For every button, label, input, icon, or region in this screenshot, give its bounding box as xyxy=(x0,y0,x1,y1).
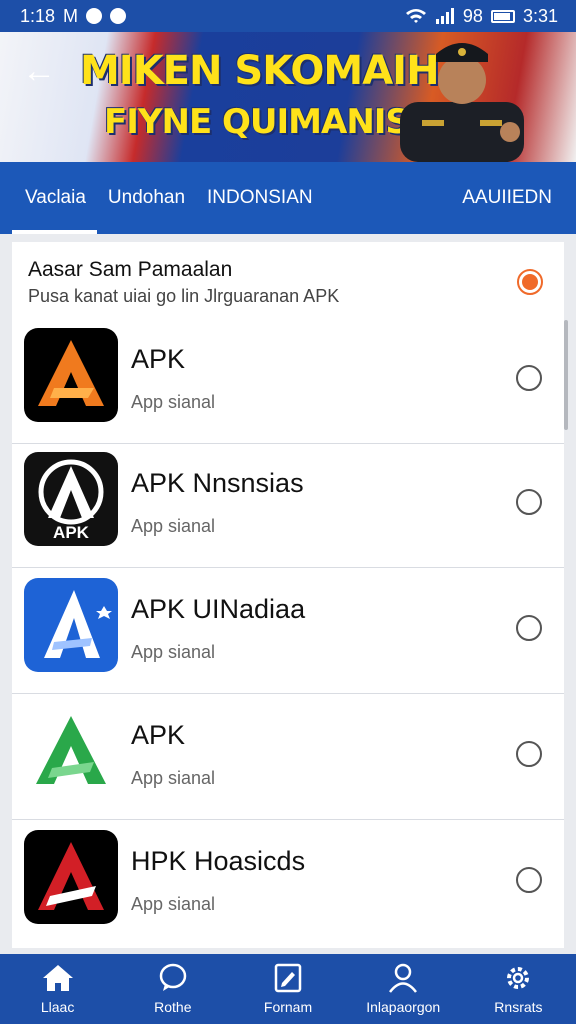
blue-a-logo-icon xyxy=(24,578,118,672)
notification-icon xyxy=(86,8,103,24)
status-text: 98 xyxy=(462,5,483,26)
app-subtitle: App sianal xyxy=(131,516,216,536)
officer-portrait-image xyxy=(400,43,524,162)
nav-label: Rothe xyxy=(154,999,192,1015)
status-glyph: M xyxy=(63,5,79,26)
banner-title-line1: MIKEN SKOMAIH xyxy=(80,48,440,94)
nav-rnsrats[interactable]: Rnsrats xyxy=(461,954,576,1024)
home-icon xyxy=(42,965,73,991)
app-name: APK UINadiaa xyxy=(131,594,306,624)
list-item[interactable]: APK App sianal xyxy=(12,318,564,444)
app-name: APK Nnsnsias xyxy=(131,468,304,498)
app-radio[interactable] xyxy=(516,615,542,641)
chat-bubble-icon xyxy=(159,963,187,991)
green-a-logo-icon xyxy=(24,704,118,798)
tab-vaclaia[interactable]: Vaclaia xyxy=(0,162,97,234)
list-header[interactable]: Aasar Sam Pamaalan Pusa kanat uiai go li… xyxy=(12,242,564,314)
nav-label: Llaac xyxy=(40,999,75,1015)
app-radio[interactable] xyxy=(516,489,542,515)
nav-inlapaorgon[interactable]: Inlapaorgon xyxy=(346,954,461,1024)
svg-text:APK: APK xyxy=(53,523,90,542)
app-radio[interactable] xyxy=(516,867,542,893)
list-item[interactable]: APK UINadiaa App sianal xyxy=(12,568,564,694)
edit-icon xyxy=(274,963,302,993)
nav-label: Inlapaorgon xyxy=(366,999,441,1015)
app-name: APK xyxy=(131,720,186,750)
app-radio[interactable] xyxy=(516,741,542,767)
app-radio[interactable] xyxy=(516,365,542,391)
settings-icon xyxy=(507,967,530,989)
header-banner: ← MIKEN SKOMAIH FIYNE QUIMANISHA xyxy=(0,32,576,162)
red-a-logo-icon xyxy=(24,830,118,924)
app-subtitle: App sianal xyxy=(131,768,216,788)
black-a-apk-logo-icon: APK xyxy=(24,452,118,546)
nav-rothe[interactable]: Rothe xyxy=(115,954,230,1024)
wifi-icon xyxy=(405,9,426,23)
list-header-title: Aasar Sam Pamaalan xyxy=(28,258,233,281)
selected-radio[interactable] xyxy=(517,269,543,295)
tab-indonsian[interactable]: INDONSIAN xyxy=(196,162,324,234)
sync-icon xyxy=(110,8,127,24)
tab-label: Undohan xyxy=(107,187,186,208)
list-item[interactable]: APK App sianal xyxy=(12,694,564,820)
battery-icon xyxy=(490,9,515,23)
category-tabs: Vaclaia Undohan INDONSIAN AAUIIEDN xyxy=(0,162,576,234)
profile-icon xyxy=(389,963,418,993)
nav-fornam[interactable]: Fornam xyxy=(230,954,345,1024)
status-bar: 1:18 M 98 3:31 xyxy=(0,0,576,32)
app-subtitle: App sianal xyxy=(131,642,216,662)
orange-a-logo-icon xyxy=(24,328,118,422)
tab-label: Vaclaia xyxy=(25,187,86,208)
tab-aauiiedn[interactable]: AAUIIEDN xyxy=(451,162,576,234)
app-name: HPK Hoasicds xyxy=(131,846,306,876)
signal-icon xyxy=(435,8,454,24)
app-name: APK xyxy=(131,344,186,374)
list-item[interactable]: APK APK Nnsnsias App sianal xyxy=(12,442,564,568)
back-arrow-icon[interactable]: ← xyxy=(22,54,56,88)
tab-label: INDONSIAN xyxy=(207,187,313,208)
list-header-subtitle: Pusa kanat uiai go lin Jlrguaranan APK xyxy=(28,286,340,306)
app-subtitle: App sianal xyxy=(131,392,216,412)
app-list-panel: Aasar Sam Pamaalan Pusa kanat uiai go li… xyxy=(12,242,564,948)
nav-home[interactable]: Llaac xyxy=(0,954,115,1024)
tab-label: AAUIIEDN xyxy=(462,187,552,208)
status-time: 1:18 xyxy=(20,5,56,26)
tab-undohan[interactable]: Undohan xyxy=(97,162,196,234)
scrollbar[interactable] xyxy=(564,320,568,430)
nav-label: Fornam xyxy=(263,999,313,1015)
app-subtitle: App sianal xyxy=(131,894,216,914)
nav-label: Rnsrats xyxy=(494,999,543,1015)
status-clock: 3:31 xyxy=(522,5,558,26)
list-item[interactable]: HPK Hoasicds App sianal xyxy=(12,820,564,946)
bottom-navigation: Llaac Rothe Fornam Inlapaorgon Rnsrats xyxy=(0,954,576,1024)
